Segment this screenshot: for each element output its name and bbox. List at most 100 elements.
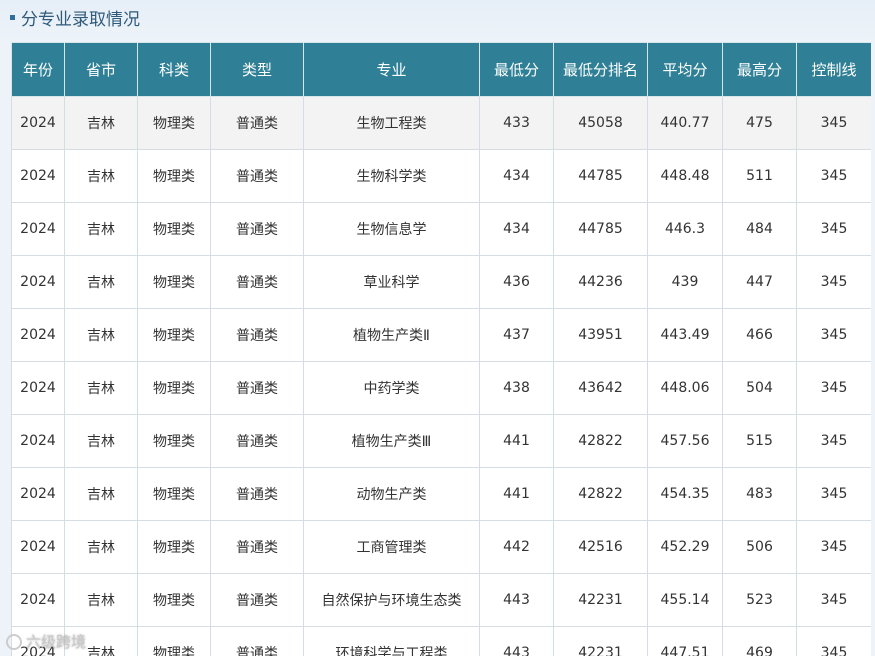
cell-control-line: 345 (796, 573, 871, 627)
cell-province: 吉林 (64, 96, 138, 150)
cell-major: 环境科学与工程类 (303, 626, 480, 656)
header-province: 省市 (64, 42, 138, 97)
table-body: 2024 吉林 物理类 普通类 生物工程类 433 45058 440.77 475 345 202… (11, 96, 871, 656)
cell-province: 吉林 (64, 308, 138, 362)
cell-max-score: 506 (722, 520, 797, 574)
admission-table: 年份 省市 科类 类型 专业 最低分 最低分排名 平均分 最高分 控制线 202… (11, 42, 871, 656)
cell-province: 吉林 (64, 149, 138, 203)
cell-major: 生物信息学 (303, 202, 480, 256)
table-row: 2024 吉林 物理类 普通类 自然保护与环境生态类 443 42231 455.14 523 3… (11, 573, 871, 627)
cell-avg-score: 457.56 (647, 414, 723, 468)
cell-subject-category: 物理类 (137, 467, 211, 521)
cell-major: 工商管理类 (303, 520, 480, 574)
cell-province: 吉林 (64, 414, 138, 468)
cell-type: 普通类 (210, 467, 304, 521)
cell-major: 中药学类 (303, 361, 480, 415)
cell-major: 植物生产类Ⅲ (303, 414, 480, 468)
table-row: 2024 吉林 物理类 普通类 工商管理类 442 42516 452.29 506 345 (11, 520, 871, 574)
cell-year: 2024 (11, 308, 65, 362)
cell-avg-score: 448.06 (647, 361, 723, 415)
cell-min-score-rank: 43951 (553, 308, 648, 362)
cell-avg-score: 455.14 (647, 573, 723, 627)
cell-min-score-rank: 42231 (553, 626, 648, 656)
cell-year: 2024 (11, 202, 65, 256)
cell-major: 草业科学 (303, 255, 480, 309)
header-type: 类型 (210, 42, 304, 97)
cell-min-score: 443 (479, 573, 554, 627)
cell-control-line: 345 (796, 414, 871, 468)
header-major: 专业 (303, 42, 480, 97)
table-row: 2024 吉林 物理类 普通类 植物生产类Ⅱ 437 43951 443.49 466 345 (11, 308, 871, 362)
bullet-icon (10, 14, 15, 20)
cell-major: 生物工程类 (303, 96, 480, 150)
cell-subject-category: 物理类 (137, 255, 211, 309)
cell-min-score: 442 (479, 520, 554, 574)
header-subject-category: 科类 (137, 42, 211, 97)
cell-min-score: 438 (479, 361, 554, 415)
cell-province: 吉林 (64, 202, 138, 256)
cell-type: 普通类 (210, 308, 304, 362)
cell-control-line: 345 (796, 520, 871, 574)
cell-max-score: 466 (722, 308, 797, 362)
cell-avg-score: 447.51 (647, 626, 723, 656)
cell-year: 2024 (11, 96, 65, 150)
cell-avg-score: 448.48 (647, 149, 723, 203)
section-title: 分专业录取情况 (21, 9, 140, 30)
cell-type: 普通类 (210, 96, 304, 150)
table-row: 2024 吉林 物理类 普通类 环境科学与工程类 443 42231 447.51 469 345 (11, 626, 871, 656)
table-row: 2024 吉林 物理类 普通类 生物工程类 433 45058 440.77 475 345 (11, 96, 871, 150)
cell-year: 2024 (11, 520, 65, 574)
cell-type: 普通类 (210, 573, 304, 627)
cell-province: 吉林 (64, 361, 138, 415)
cell-max-score: 511 (722, 149, 797, 203)
cell-type: 普通类 (210, 202, 304, 256)
cell-min-score: 434 (479, 149, 554, 203)
cell-avg-score: 454.35 (647, 467, 723, 521)
cell-max-score: 523 (722, 573, 797, 627)
header-max-score: 最高分 (722, 42, 797, 97)
cell-control-line: 345 (796, 96, 871, 150)
cell-year: 2024 (11, 255, 65, 309)
cell-year: 2024 (11, 414, 65, 468)
cell-min-score-rank: 42822 (553, 467, 648, 521)
cell-control-line: 345 (796, 308, 871, 362)
cell-year: 2024 (11, 626, 65, 656)
cell-avg-score: 440.77 (647, 96, 723, 150)
cell-province: 吉林 (64, 467, 138, 521)
cell-min-score: 434 (479, 202, 554, 256)
table-header-row: 年份 省市 科类 类型 专业 最低分 最低分排名 平均分 最高分 控制线 (11, 42, 871, 97)
cell-min-score-rank: 44785 (553, 202, 648, 256)
cell-type: 普通类 (210, 520, 304, 574)
cell-min-score: 436 (479, 255, 554, 309)
cell-province: 吉林 (64, 255, 138, 309)
page: 分专业录取情况 年份 省市 科类 类型 专业 最低分 最低分排名 平均分 最高分… (0, 0, 875, 656)
cell-max-score: 475 (722, 96, 797, 150)
table-row: 2024 吉林 物理类 普通类 生物科学类 434 44785 448.48 511 345 (11, 149, 871, 203)
cell-province: 吉林 (64, 626, 138, 656)
cell-control-line: 345 (796, 361, 871, 415)
cell-subject-category: 物理类 (137, 96, 211, 150)
cell-major: 生物科学类 (303, 149, 480, 203)
cell-min-score-rank: 42822 (553, 414, 648, 468)
cell-year: 2024 (11, 573, 65, 627)
header-year: 年份 (11, 42, 65, 97)
cell-subject-category: 物理类 (137, 202, 211, 256)
section-header: 分专业录取情况 (10, 4, 140, 30)
cell-control-line: 345 (796, 255, 871, 309)
cell-subject-category: 物理类 (137, 308, 211, 362)
cell-major: 动物生产类 (303, 467, 480, 521)
cell-subject-category: 物理类 (137, 520, 211, 574)
cell-min-score-rank: 44785 (553, 149, 648, 203)
cell-max-score: 504 (722, 361, 797, 415)
cell-max-score: 483 (722, 467, 797, 521)
cell-min-score: 443 (479, 626, 554, 656)
header-min-score: 最低分 (479, 42, 554, 97)
cell-max-score: 447 (722, 255, 797, 309)
cell-max-score: 484 (722, 202, 797, 256)
cell-max-score: 515 (722, 414, 797, 468)
header-avg-score: 平均分 (647, 42, 723, 97)
cell-control-line: 345 (796, 202, 871, 256)
cell-min-score: 437 (479, 308, 554, 362)
cell-province: 吉林 (64, 520, 138, 574)
header-control-line: 控制线 (796, 42, 871, 97)
